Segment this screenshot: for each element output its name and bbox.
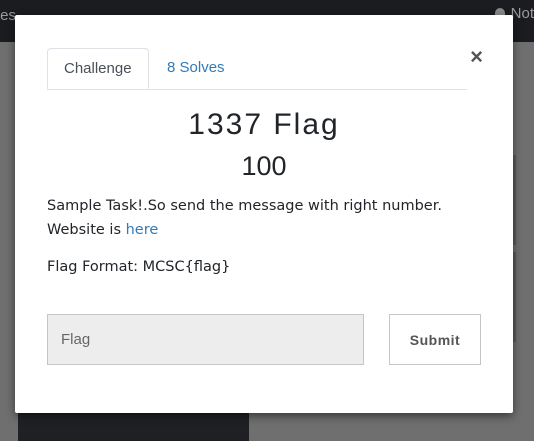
website-link[interactable]: here [126, 222, 159, 238]
close-icon[interactable]: × [470, 46, 483, 68]
challenge-modal: × Challenge 8 Solves 1337 Flag 100 Sampl… [15, 15, 513, 413]
challenge-description: Sample Task!.So send the message with ri… [47, 194, 487, 242]
description-line: Sample Task!.So send the message with ri… [47, 198, 442, 214]
description-prefix: Website is [47, 222, 126, 238]
nav-item-partial[interactable]: tes [0, 7, 16, 24]
tab-solves[interactable]: 8 Solves [151, 48, 241, 89]
flag-format-text: Flag Format: MCSC{flag} [47, 259, 231, 275]
challenge-value: 100 [241, 151, 287, 181]
modal-tabs: Challenge 8 Solves [47, 48, 467, 90]
description-line: Website is here [47, 218, 487, 242]
submit-button[interactable]: Submit [389, 314, 481, 365]
challenge-name: 1337 Flag [188, 108, 340, 141]
tab-challenge[interactable]: Challenge [47, 48, 149, 89]
flag-input[interactable] [47, 314, 364, 365]
nav-notifications-label: Not [510, 5, 534, 22]
